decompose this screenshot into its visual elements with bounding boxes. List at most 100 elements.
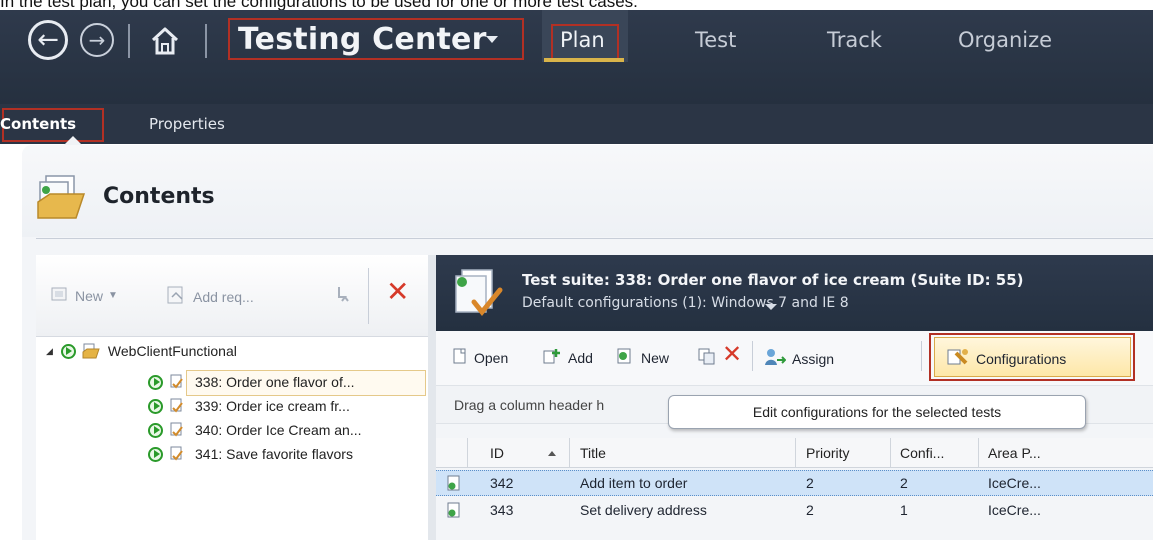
tree-item-label: 338: Order one flavor of... bbox=[195, 374, 355, 390]
column-divider bbox=[795, 438, 796, 468]
configurations-label: Configurations bbox=[976, 350, 1067, 367]
add-requirements-button[interactable]: Add req... bbox=[166, 285, 254, 308]
cell-id: 343 bbox=[490, 502, 514, 518]
tab-plan[interactable]: Plan bbox=[560, 28, 605, 52]
new-label: New bbox=[641, 349, 670, 366]
add-label: Add bbox=[568, 349, 593, 366]
column-header-area-path[interactable]: Area P... bbox=[988, 445, 1041, 461]
subtab-pointer bbox=[64, 136, 82, 145]
column-divider bbox=[467, 438, 468, 468]
test-case-icon bbox=[446, 475, 462, 491]
new-icon bbox=[615, 347, 635, 368]
add-requirement-icon bbox=[166, 285, 188, 308]
subtab-properties[interactable]: Properties bbox=[149, 115, 225, 133]
tree-item[interactable]: 339: Order ice cream fr... bbox=[148, 398, 350, 414]
toolbar-divider bbox=[921, 341, 922, 371]
header-divider bbox=[36, 238, 1153, 239]
collapse-arrow-icon[interactable]: ◢ bbox=[46, 346, 53, 357]
forward-arrow-icon[interactable]: → bbox=[80, 23, 114, 57]
test-case-icon bbox=[446, 502, 462, 518]
cell-area-path: IceCre... bbox=[988, 502, 1041, 518]
test-suite-icon bbox=[448, 266, 508, 322]
chevron-down-icon: ▼ bbox=[108, 290, 118, 301]
column-divider bbox=[978, 438, 979, 468]
assign-icon bbox=[764, 347, 787, 370]
suite-icon bbox=[169, 422, 187, 438]
page-title: Contents bbox=[103, 184, 215, 209]
tree-item[interactable]: 338: Order one flavor of... bbox=[148, 374, 355, 390]
play-status-icon bbox=[60, 343, 76, 359]
new-suite-button[interactable]: New ▼ bbox=[50, 285, 118, 306]
tree-root-row[interactable]: ◢ WebClientFunctional bbox=[46, 343, 237, 359]
cell-title: Add item to order bbox=[580, 475, 688, 491]
column-divider bbox=[890, 438, 891, 468]
column-header-configurations[interactable]: Confi... bbox=[900, 445, 944, 461]
cell-configurations: 2 bbox=[900, 475, 908, 491]
cell-title: Set delivery address bbox=[580, 502, 707, 518]
chevron-down-icon[interactable] bbox=[486, 36, 498, 43]
new-suite-label: New bbox=[75, 287, 104, 304]
tab-organize[interactable]: Organize bbox=[958, 28, 1052, 52]
cell-configurations: 1 bbox=[900, 502, 908, 518]
toolbar-divider bbox=[368, 268, 369, 324]
add-button[interactable]: Add bbox=[542, 347, 593, 368]
tab-test[interactable]: Test bbox=[695, 28, 736, 52]
caption-text: In the test plan, you can set the config… bbox=[0, 0, 638, 10]
add-requirements-label: Add req... bbox=[193, 288, 254, 305]
tree-item-label: 339: Order ice cream fr... bbox=[195, 398, 350, 414]
configurations-icon bbox=[946, 347, 970, 370]
new-button[interactable]: New bbox=[615, 347, 669, 368]
assign-button[interactable]: Assign bbox=[764, 347, 834, 370]
copy-icon[interactable] bbox=[697, 347, 717, 365]
chevron-down-icon[interactable] bbox=[765, 304, 777, 310]
add-icon bbox=[542, 347, 562, 368]
cell-area-path: IceCre... bbox=[988, 475, 1041, 491]
tree-root-label: WebClientFunctional bbox=[107, 343, 237, 359]
tree-item[interactable]: 341: Save favorite flavors bbox=[148, 446, 353, 462]
configurations-button[interactable]: Configurations bbox=[946, 347, 1066, 370]
suite-folder-icon bbox=[82, 343, 100, 359]
play-status-icon bbox=[148, 446, 163, 462]
play-status-icon bbox=[148, 422, 163, 438]
tree-item-label: 340: Order Ice Cream an... bbox=[195, 422, 362, 438]
open-button[interactable]: Open bbox=[452, 347, 508, 368]
tree-item[interactable]: 340: Order Ice Cream an... bbox=[148, 422, 362, 438]
assign-label: Assign bbox=[792, 350, 835, 367]
sort-ascending-icon bbox=[548, 451, 556, 456]
column-header-title[interactable]: Title bbox=[580, 445, 606, 461]
play-status-icon bbox=[148, 374, 163, 390]
open-icon bbox=[452, 347, 468, 368]
suite-icon bbox=[169, 374, 187, 390]
cell-priority: 2 bbox=[806, 475, 814, 491]
open-label: Open bbox=[474, 349, 509, 366]
suite-icon bbox=[169, 398, 187, 414]
contents-folder-icon bbox=[36, 172, 88, 222]
delete-icon[interactable]: ✕ bbox=[386, 278, 409, 306]
home-icon[interactable] bbox=[142, 20, 188, 62]
play-status-icon bbox=[148, 398, 163, 414]
toolbar-divider bbox=[752, 341, 753, 371]
back-arrow-icon[interactable]: ← bbox=[28, 20, 68, 60]
table-row[interactable] bbox=[436, 497, 1153, 523]
column-header-priority[interactable]: Priority bbox=[806, 445, 850, 461]
tab-track[interactable]: Track bbox=[827, 28, 882, 52]
configurations-tooltip: Edit configurations for the selected tes… bbox=[668, 395, 1086, 429]
pane-splitter[interactable] bbox=[428, 255, 436, 540]
remove-icon[interactable]: ✕ bbox=[722, 340, 742, 368]
cell-priority: 2 bbox=[806, 502, 814, 518]
query-suite-icon[interactable] bbox=[334, 284, 354, 304]
column-divider bbox=[569, 438, 570, 468]
cell-id: 342 bbox=[490, 475, 514, 491]
suite-title: Test suite: 338: Order one flavor of ice… bbox=[522, 271, 1024, 289]
table-row[interactable] bbox=[436, 470, 1153, 496]
column-header-id[interactable]: ID bbox=[490, 445, 504, 461]
nav-divider bbox=[205, 24, 207, 58]
subtab-contents[interactable]: Contents bbox=[0, 115, 76, 133]
new-suite-icon bbox=[50, 285, 70, 306]
app-title[interactable]: Testing Center bbox=[238, 22, 487, 57]
tree-item-label: 341: Save favorite flavors bbox=[195, 446, 353, 462]
nav-divider bbox=[128, 24, 130, 58]
drag-hint-text: Drag a column header h bbox=[454, 397, 605, 413]
default-configurations[interactable]: Default configurations (1): Windows 7 an… bbox=[522, 295, 849, 311]
tab-plan-underline bbox=[544, 58, 624, 62]
